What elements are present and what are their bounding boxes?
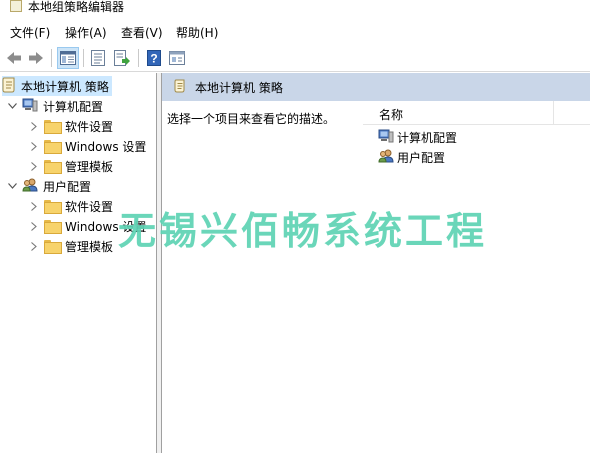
forward-arrow-icon[interactable]	[25, 47, 47, 69]
tree-item-computer-admin-templates[interactable]: 管理模板	[28, 156, 113, 176]
tree-item-label: 软件设置	[65, 119, 114, 134]
folder-icon	[44, 200, 62, 214]
folder-icon	[44, 160, 62, 174]
tree-root-label: 本地计算机 策略	[21, 79, 109, 94]
list-item-user-config[interactable]: 用户配置	[378, 147, 445, 167]
tree-item-user-admin-templates[interactable]: 管理模板	[28, 236, 113, 256]
properties-icon[interactable]	[87, 47, 109, 69]
window-title: 本地组策略编辑器	[28, 0, 125, 14]
tree-item-computer-windows-settings[interactable]: Windows 设置	[28, 136, 146, 156]
toolbar-separator	[138, 49, 139, 67]
description-panel: 选择一个项目来查看它的描述。	[162, 101, 363, 453]
details-header-title: 本地计算机 策略	[195, 80, 283, 95]
computer-icon	[378, 129, 394, 146]
toolbar: ?	[0, 44, 590, 72]
folder-icon	[44, 140, 62, 154]
menu-file[interactable]: 文件(F)	[10, 24, 50, 41]
policy-scroll-icon	[2, 77, 16, 96]
help-icon[interactable]: ?	[143, 47, 165, 69]
gpedit-window: 本地组策略编辑器 文件(F) 操作(A) 查看(V) 帮助(H) ? 本地计算机…	[0, 0, 590, 453]
folder-icon	[44, 220, 62, 234]
item-list: 名称 计算机配置 用户配置	[363, 101, 590, 453]
filter-view-icon[interactable]	[166, 47, 188, 69]
details-header: 本地计算机 策略	[162, 73, 590, 101]
users-icon	[378, 149, 394, 166]
tree-pane: 本地计算机 策略 计算机配置 软件设置 Windows 设置 管理模板 用户配置…	[0, 73, 157, 453]
tree-item-label: 管理模板	[65, 159, 114, 174]
export-list-icon[interactable]	[111, 47, 133, 69]
tree-item-label: Windows 设置	[65, 219, 147, 234]
tree-root-local-policy[interactable]: 本地计算机 策略	[2, 76, 112, 96]
tree-item-user-config[interactable]: 用户配置	[6, 176, 91, 196]
menu-view[interactable]: 查看(V)	[121, 24, 163, 41]
chevron-right-icon[interactable]	[28, 200, 40, 212]
menu-bar: 文件(F) 操作(A) 查看(V) 帮助(H)	[0, 20, 590, 42]
list-item-label: 计算机配置	[397, 130, 458, 145]
back-arrow-icon[interactable]	[3, 47, 25, 69]
tree-item-label: 软件设置	[65, 199, 114, 214]
tree-item-label: 计算机配置	[43, 99, 104, 114]
chevron-right-icon[interactable]	[28, 220, 40, 232]
folder-icon	[44, 120, 62, 134]
menu-action[interactable]: 操作(A)	[65, 24, 107, 41]
chevron-right-icon[interactable]	[28, 240, 40, 252]
menu-help[interactable]: 帮助(H)	[176, 24, 218, 41]
tree-item-computer-software-settings[interactable]: 软件设置	[28, 116, 113, 136]
chevron-right-icon[interactable]	[28, 160, 40, 172]
gpedit-app-icon	[10, 0, 22, 12]
column-separator[interactable]	[553, 101, 554, 125]
tree-item-computer-config[interactable]: 计算机配置	[6, 96, 103, 116]
toolbar-separator	[51, 49, 52, 67]
computer-icon	[22, 98, 38, 115]
folder-icon	[44, 240, 62, 254]
tree-item-user-windows-settings[interactable]: Windows 设置	[28, 216, 146, 236]
show-hide-tree-icon[interactable]	[57, 47, 79, 69]
list-item-computer-config[interactable]: 计算机配置	[378, 127, 457, 147]
details-pane: 本地计算机 策略 选择一个项目来查看它的描述。 名称 计算机配置 用户配置	[161, 73, 590, 453]
chevron-down-icon[interactable]	[6, 180, 18, 192]
tree-item-label: 管理模板	[65, 239, 114, 254]
list-item-label: 用户配置	[397, 150, 446, 165]
title-bar: 本地组策略编辑器	[0, 0, 590, 16]
toolbar-separator	[83, 49, 84, 67]
tree-item-user-software-settings[interactable]: 软件设置	[28, 196, 113, 216]
chevron-down-icon[interactable]	[6, 100, 18, 112]
column-header-name[interactable]: 名称	[363, 101, 590, 125]
tree-item-label: Windows 设置	[65, 139, 147, 154]
chevron-right-icon[interactable]	[28, 120, 40, 132]
chevron-right-icon[interactable]	[28, 140, 40, 152]
column-name-label: 名称	[379, 108, 404, 122]
tree-item-label: 用户配置	[43, 179, 92, 194]
svg-text:?: ?	[150, 52, 157, 66]
users-icon	[22, 178, 38, 195]
policy-scroll-icon	[174, 79, 186, 96]
description-text: 选择一个项目来查看它的描述。	[167, 112, 336, 126]
